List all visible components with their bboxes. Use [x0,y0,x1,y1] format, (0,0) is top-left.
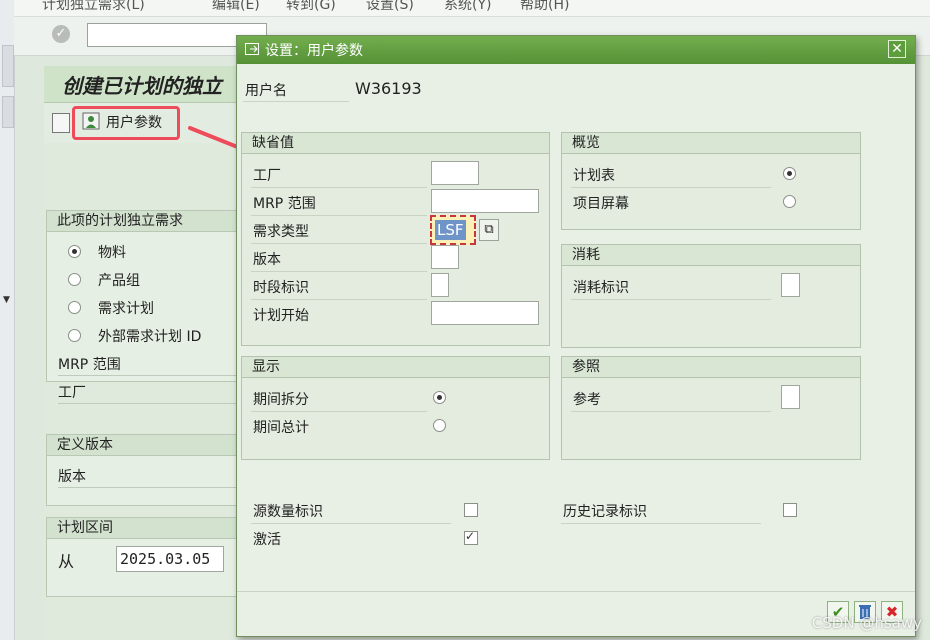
footer-divider [237,591,915,592]
group-title: 概览 [562,133,860,154]
divider [561,523,761,524]
divider [251,299,427,300]
history-indicator-label: 历史记录标识 [563,504,647,520]
dialog-title: 设置：用户参数 [265,43,363,59]
option-demand-plan: 需求计划 [98,301,154,317]
requirement-type-field[interactable]: LSF [430,215,476,245]
radio-product-group[interactable] [68,273,81,286]
version-field[interactable] [431,245,459,269]
group-title: 消耗 [562,245,860,266]
activate-checkbox[interactable] [464,529,478,545]
group-title: 计划区间 [47,518,237,539]
mrp-area-label: MRP 范围 [58,357,121,373]
radio-item-screen[interactable] [783,195,796,208]
requirement-type-label: 需求类型 [253,224,309,240]
divider [571,411,771,412]
planning-start-field[interactable] [431,301,539,325]
radio-external-plan[interactable] [68,329,81,342]
option-external-plan: 外部需求计划 ID [98,329,202,345]
username-value: W36193 [355,79,422,98]
value-help-icon[interactable]: ⧉ [479,219,499,241]
version-label: 版本 [58,469,86,485]
strip-segment [2,45,14,87]
menu-bar: 计划独立需求(L) 编辑(E) 转到(G) 设置(S) 系统(Y) 帮助(H) [14,0,930,17]
user-settings-icon [82,112,100,130]
period-indicator-field[interactable] [431,273,449,297]
consumption-indicator-label: 消耗标识 [573,280,629,296]
menu-item-req[interactable]: 计划独立需求(L) [42,0,145,14]
divider [251,215,427,216]
username-label: 用户名 [245,83,287,99]
overview-option-table: 计划表 [573,168,615,184]
radio-material[interactable] [68,245,81,258]
divider [251,243,427,244]
display-option-split: 期间拆分 [253,392,309,408]
user-parameters-dialog: 设置：用户参数 ✕ 用户名 W36193 缺省值 工厂 MRP 范围 需求类型 … [236,35,916,637]
divider [243,101,349,102]
history-indicator-checkbox[interactable] [783,503,797,517]
from-date-field[interactable]: 2025.03.05 [116,546,224,572]
version-label: 版本 [253,252,281,268]
planning-start-label: 计划开始 [253,308,309,324]
divider [58,375,236,376]
collapse-arrow-icon[interactable]: ▼ [3,295,10,305]
reference-field[interactable] [781,385,800,409]
overview-option-item-screen: 项目屏幕 [573,196,629,212]
menu-item-settings[interactable]: 设置(S) [366,0,414,14]
page-title: 创建已计划的独立 [62,74,222,98]
consumption-indicator-field[interactable] [781,273,800,297]
option-product-group: 产品组 [98,273,140,289]
divider [571,187,771,188]
dialog-window-icon [245,43,259,55]
divider [251,523,451,524]
user-parameters-label: 用户参数 [106,115,162,131]
requirement-type-value: LSF [435,220,466,240]
menu-item-help[interactable]: 帮助(H) [520,0,569,14]
source-qty-indicator-label: 源数量标识 [253,504,323,520]
divider [571,299,771,300]
plant-label: 工厂 [253,168,281,184]
option-material: 物料 [98,245,126,261]
mrp-area-label: MRP 范围 [253,196,316,212]
radio-demand-plan[interactable] [68,301,81,314]
plant-label: 工厂 [58,385,86,401]
mrp-area-field[interactable] [431,189,539,213]
divider [58,487,236,488]
divider [251,411,427,412]
group-title: 显示 [242,357,549,378]
page-title-bar: 创建已计划的独立 [44,66,254,103]
menu-item-goto[interactable]: 转到(G) [286,0,336,14]
menu-item-system[interactable]: 系统(Y) [444,0,491,14]
watermark: CSDN @hsawy [811,614,922,632]
menu-item-edit[interactable]: 编辑(E) [212,0,260,14]
radio-period-total[interactable] [433,419,446,432]
activate-label: 激活 [253,532,281,548]
group-title: 定义版本 [47,435,237,456]
dialog-title-bar: 设置：用户参数 ✕ [237,36,915,64]
radio-planning-table[interactable] [783,167,796,180]
divider [251,187,427,188]
strip-segment [2,96,14,128]
copy-document-icon[interactable] [52,113,70,133]
display-option-total: 期间总计 [253,420,309,436]
left-window-strip: ▼ [0,0,15,640]
plant-field[interactable] [431,161,479,185]
period-indicator-label: 时段标识 [253,280,309,296]
reference-group: 参照 [561,356,861,460]
from-label: 从 [58,552,75,571]
divider [58,403,236,404]
source-qty-indicator-checkbox[interactable] [464,503,478,517]
divider [251,271,427,272]
user-parameters-button[interactable]: 用户参数 [82,110,178,132]
close-icon[interactable]: ✕ [888,40,906,58]
enter-check-icon[interactable]: ✓ [52,25,70,43]
group-title: 参照 [562,357,860,378]
group-title: 缺省值 [242,133,549,154]
radio-period-split[interactable] [433,391,446,404]
reference-label: 参考 [573,392,601,408]
